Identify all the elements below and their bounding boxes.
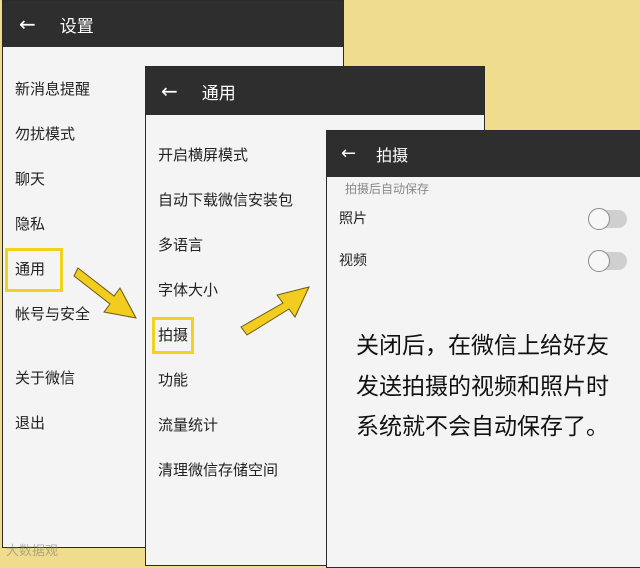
general-item-features[interactable]: 功能 [158,370,188,390]
video-toggle[interactable] [588,250,627,272]
settings-header: ← 设置 [3,1,343,47]
back-arrow-icon[interactable]: ← [19,14,36,34]
capture-panel: ← 拍摄 拍摄后自动保存 照片 视频 [326,130,640,280]
video-option-label: 视频 [339,253,367,269]
general-item-storage[interactable]: 清理微信存储空间 [158,460,278,480]
photo-toggle[interactable] [588,208,627,230]
photo-option-label: 照片 [339,211,367,227]
capture-header: ← 拍摄 [327,131,640,177]
toggle-knob [588,208,610,230]
general-item-landscape[interactable]: 开启横屏模式 [158,145,248,165]
settings-item-logout[interactable]: 退出 [15,413,45,433]
toggle-knob [588,250,610,272]
general-item-language[interactable]: 多语言 [158,235,203,255]
settings-item-privacy[interactable]: 隐私 [15,214,45,234]
general-item-font-size[interactable]: 字体大小 [158,280,218,300]
arrow-to-capture-icon [240,286,310,336]
settings-item-about[interactable]: 关于微信 [15,368,75,388]
general-item-auto-download[interactable]: 自动下载微信安装包 [158,190,293,210]
arrow-to-general-icon [73,267,137,319]
settings-item-new-message[interactable]: 新消息提醒 [15,79,90,99]
general-item-capture[interactable]: 拍摄 [158,325,188,345]
settings-item-do-not-disturb[interactable]: 勿扰模式 [15,124,75,144]
watermark: 大数据观 [6,544,59,559]
capture-title: 拍摄 [376,146,409,165]
back-arrow-icon[interactable]: ← [341,145,356,163]
note-line-3: 系统就不会自动保存了。 [356,414,609,440]
note-line-1: 关闭后，在微信上给好友 [356,333,609,359]
general-item-data-usage[interactable]: 流量统计 [158,415,218,435]
general-header: ← 通用 [146,67,484,115]
back-arrow-icon[interactable]: ← [161,81,178,101]
settings-item-chat[interactable]: 聊天 [15,169,45,189]
settings-title: 设置 [59,16,94,37]
settings-item-general[interactable]: 通用 [15,259,45,279]
capture-section-label: 拍摄后自动保存 [345,182,430,196]
note-line-2: 发送拍摄的视频和照片时 [356,374,609,400]
general-title: 通用 [201,83,236,104]
